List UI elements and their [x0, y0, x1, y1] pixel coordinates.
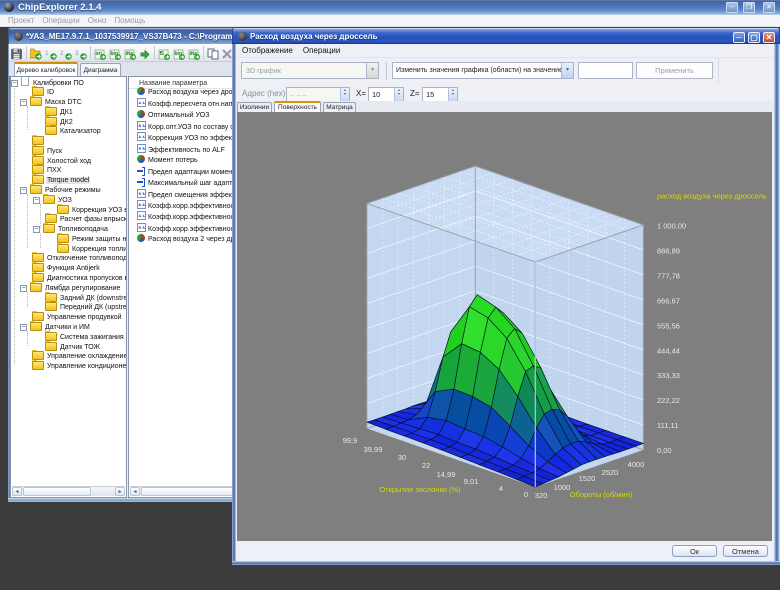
svg-text:1: 1	[45, 50, 49, 57]
svg-text:расход воздуха через дроссель: расход воздуха через дроссель	[657, 192, 767, 201]
svg-text:888,89: 888,89	[657, 246, 680, 255]
svg-text:2: 2	[60, 50, 64, 57]
svg-text:3: 3	[75, 50, 79, 57]
svg-text:39,99: 39,99	[364, 445, 383, 454]
svg-text:f5: f5	[160, 51, 165, 57]
svg-text:1520: 1520	[579, 474, 596, 483]
svg-text:444,44: 444,44	[657, 346, 680, 355]
svg-text:99,9: 99,9	[343, 436, 358, 445]
svg-text:0,00: 0,00	[657, 446, 672, 455]
svg-text:4: 4	[499, 484, 503, 493]
svg-text:777,78: 777,78	[657, 271, 680, 280]
svg-text:0: 0	[524, 490, 528, 499]
svg-text:666,67: 666,67	[657, 296, 680, 305]
svg-text:Обороты (об/мин): Обороты (об/мин)	[570, 490, 633, 499]
svg-text:555,56: 555,56	[657, 321, 680, 330]
svg-text:222,22: 222,22	[657, 396, 680, 405]
svg-text:4000: 4000	[628, 460, 645, 469]
svg-text:1000: 1000	[554, 483, 571, 492]
svg-text:320: 320	[535, 491, 548, 500]
svg-text:333,33: 333,33	[657, 371, 680, 380]
svg-text:14,99: 14,99	[437, 470, 456, 479]
svg-text:2520: 2520	[602, 468, 619, 477]
svg-text:9,01: 9,01	[464, 477, 479, 486]
svg-text:111,11: 111,11	[657, 421, 678, 430]
svg-text:30: 30	[398, 453, 406, 462]
svg-text:Открытие заслонки (%): Открытие заслонки (%)	[379, 485, 461, 494]
svg-text:1 000,00: 1 000,00	[657, 221, 686, 230]
svg-text:22: 22	[422, 461, 430, 470]
